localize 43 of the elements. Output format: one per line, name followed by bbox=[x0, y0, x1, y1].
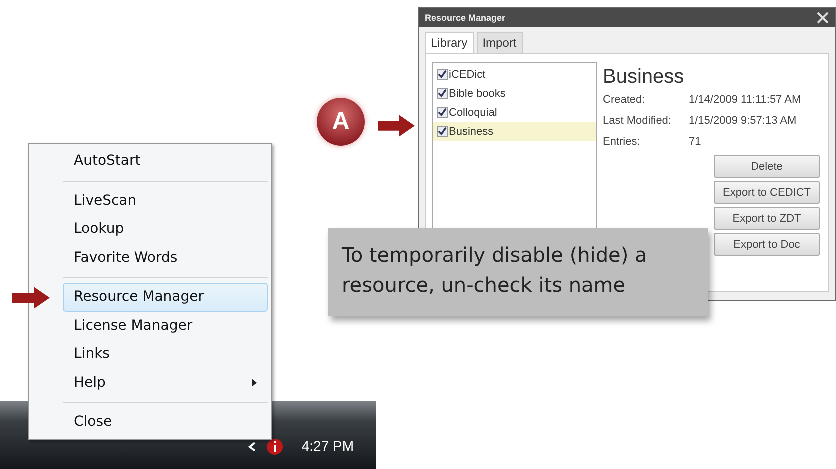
menu-item[interactable]: Help bbox=[63, 368, 268, 397]
action-button[interactable]: Export to CEDICT bbox=[714, 181, 820, 204]
menu-item[interactable]: Favorite Words bbox=[63, 244, 268, 272]
menu-item[interactable]: AutoStart bbox=[63, 147, 268, 176]
menu-item[interactable]: Close bbox=[63, 408, 268, 436]
tab[interactable]: Library bbox=[425, 32, 474, 53]
list-item[interactable]: Colloquial bbox=[433, 103, 596, 122]
field-value: 1/14/2009 11:11:57 AM bbox=[689, 94, 802, 108]
resource-name: Colloquial bbox=[449, 106, 498, 118]
menu-item[interactable]: LiveScan bbox=[63, 186, 268, 215]
arrow-icon bbox=[12, 287, 50, 309]
checkbox[interactable] bbox=[437, 88, 448, 99]
tab[interactable]: Import bbox=[476, 32, 523, 53]
field-value: 71 bbox=[689, 136, 702, 150]
menu-item[interactable]: License Manager bbox=[63, 312, 268, 340]
menu-item[interactable]: Links bbox=[63, 340, 268, 368]
chevron-icon[interactable] bbox=[248, 442, 256, 452]
resource-name: Business bbox=[449, 126, 494, 138]
arrow-icon bbox=[378, 115, 415, 137]
detail-title: Business bbox=[603, 66, 686, 89]
letter-badge: A bbox=[317, 98, 365, 146]
window-title: Resource Manager bbox=[425, 12, 506, 22]
list-item[interactable]: Business bbox=[433, 122, 596, 141]
list-item[interactable]: Bible books bbox=[433, 84, 596, 103]
field-label: Last Modified: bbox=[603, 115, 672, 129]
resource-name: iCEDict bbox=[449, 68, 486, 80]
clock[interactable]: 4:27 PM bbox=[302, 438, 354, 454]
close-icon[interactable] bbox=[817, 12, 829, 24]
info-icon[interactable] bbox=[266, 438, 284, 456]
action-button[interactable]: Delete bbox=[714, 155, 820, 178]
action-button[interactable]: Export to Doc bbox=[714, 233, 820, 256]
checkbox[interactable] bbox=[437, 69, 448, 80]
field-label: Created: bbox=[603, 94, 646, 108]
menu-item[interactable]: Resource Manager bbox=[63, 283, 268, 312]
checkbox[interactable] bbox=[437, 126, 448, 137]
callout-note: To temporarily disable (hide) a resource, un-check its name bbox=[328, 228, 708, 316]
list-item[interactable]: iCEDict bbox=[433, 65, 596, 84]
action-button[interactable]: Export to ZDT bbox=[714, 207, 820, 230]
field-value: 1/15/2009 9:57:13 AM bbox=[689, 115, 797, 129]
field-label: Entries: bbox=[603, 136, 642, 150]
checkbox[interactable] bbox=[437, 107, 448, 118]
resource-name: Bible books bbox=[449, 88, 506, 100]
menu-item[interactable]: Lookup bbox=[63, 215, 268, 244]
